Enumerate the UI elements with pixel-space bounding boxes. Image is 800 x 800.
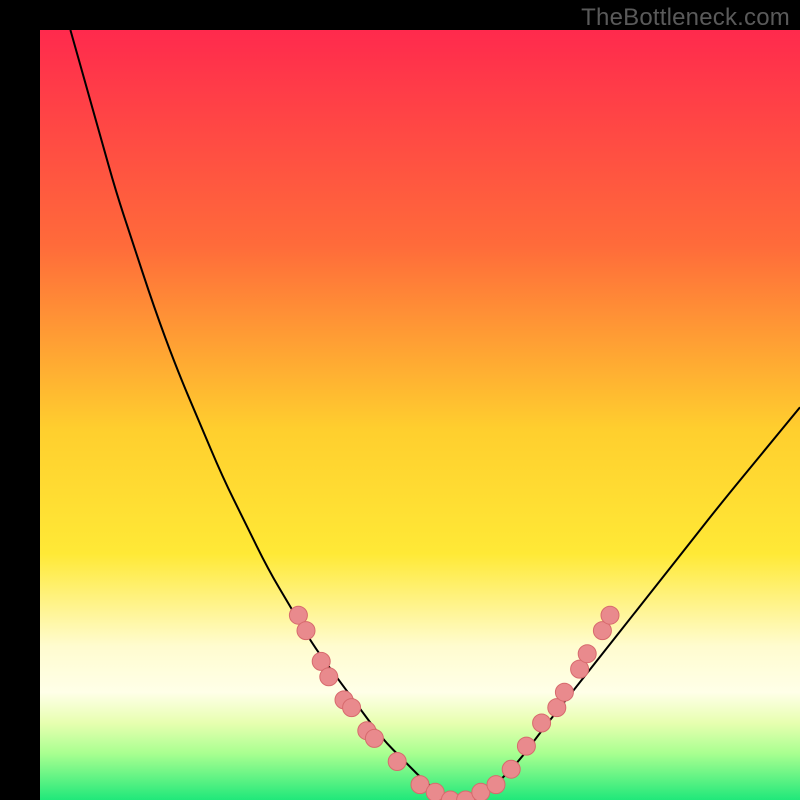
marker-dot <box>533 714 551 732</box>
marker-dot <box>487 776 505 794</box>
marker-dot <box>502 760 520 778</box>
chart-svg <box>40 30 800 800</box>
chart-frame: TheBottleneck.com <box>0 0 800 800</box>
marker-dot <box>343 699 361 717</box>
marker-dot <box>517 737 535 755</box>
watermark-text: TheBottleneck.com <box>581 4 790 32</box>
marker-dot <box>320 668 338 686</box>
marker-dot <box>297 622 315 640</box>
marker-dot <box>365 729 383 747</box>
plot-area <box>40 30 800 800</box>
marker-dot <box>601 606 619 624</box>
marker-dot <box>555 683 573 701</box>
gradient-background <box>40 30 800 800</box>
marker-dot <box>578 645 596 663</box>
marker-dot <box>388 753 406 771</box>
